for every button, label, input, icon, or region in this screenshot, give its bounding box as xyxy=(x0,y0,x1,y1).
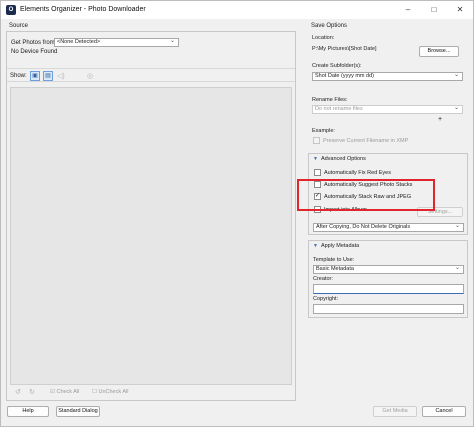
close-button[interactable]: ✕ xyxy=(447,1,473,19)
example-label: Example: xyxy=(312,128,335,134)
location-label: Location: xyxy=(312,35,335,41)
creator-input[interactable] xyxy=(313,284,464,294)
template-dropdown[interactable]: Basic Metadata ⌄ xyxy=(313,265,464,274)
thumbnail-area xyxy=(10,87,292,385)
uncheck-all-label: UnCheck All xyxy=(98,389,129,395)
source-panel: Get Photos from: <None Detected> ⌄ No De… xyxy=(6,31,296,401)
standard-dialog-button[interactable]: Standard Dialog xyxy=(56,406,100,417)
dialog-footer: Help Standard Dialog Get Media Cancel xyxy=(1,406,473,426)
window-title: Elements Organizer - Photo Downloader xyxy=(20,6,146,13)
apply-metadata-group: ▼ Apply Metadata Template to Use: Basic M… xyxy=(308,240,468,318)
subfolder-label: Create Subfolder(s): xyxy=(312,63,362,69)
subfolder-dropdown[interactable]: Shot Date (yyyy mm dd) ⌄ xyxy=(312,72,463,81)
copyright-label: Copyright: xyxy=(313,296,339,302)
chevron-down-icon: ⌄ xyxy=(453,72,459,78)
collapse-triangle-icon: ▼ xyxy=(313,156,318,162)
collapse-triangle-icon: ▼ xyxy=(313,243,318,249)
location-value: P:\My Pictures\[Shot Date] xyxy=(312,46,377,52)
chevron-down-icon: ⌄ xyxy=(454,265,460,271)
advanced-options-title: Advanced Options xyxy=(320,156,366,162)
show-photos-toggle-icon[interactable]: ▣ xyxy=(30,71,40,81)
photo-downloader-window: O Elements Organizer - Photo Downloader … xyxy=(0,0,474,427)
fix-red-eyes-label: Automatically Fix Red Eyes xyxy=(324,170,391,176)
uncheck-all-button[interactable]: ☐ UnCheck All xyxy=(92,388,128,397)
preserve-filename-label: Preserve Current Filename in XMP xyxy=(323,138,409,144)
chevron-down-icon: ⌄ xyxy=(454,223,460,229)
apply-metadata-title: Apply Metadata xyxy=(320,243,360,249)
save-options-header: Save Options xyxy=(311,23,348,29)
elements-organizer-app-icon: O xyxy=(6,5,16,15)
show-label: Show: xyxy=(10,73,27,79)
get-photos-dropdown[interactable]: <None Detected> ⌄ xyxy=(54,38,179,47)
get-photos-label: Get Photos from: xyxy=(11,40,57,46)
subfolder-value: Shot Date (yyyy mm dd) xyxy=(315,73,374,79)
get-photos-value: <None Detected> xyxy=(57,39,101,45)
check-all-icon: ☑ xyxy=(50,389,55,395)
rename-files-dropdown[interactable]: Do not rename files ⌄ xyxy=(312,105,463,114)
show-video-icon[interactable]: ◎ xyxy=(87,72,93,80)
help-button[interactable]: Help xyxy=(7,406,49,417)
template-label: Template to Use: xyxy=(313,257,355,263)
copyright-input[interactable] xyxy=(313,304,464,314)
fix-red-eyes-checkbox[interactable] xyxy=(314,169,321,176)
rotate-right-icon[interactable]: ↻ xyxy=(29,388,35,396)
show-audio-icon[interactable]: ◁) xyxy=(57,72,65,80)
check-all-button[interactable]: ☑ Check All xyxy=(50,388,79,397)
show-documents-toggle-icon[interactable]: ▤ xyxy=(43,71,53,81)
chevron-down-icon: ⌄ xyxy=(169,38,175,44)
device-status: No Device Found xyxy=(11,49,58,55)
rename-files-value: Do not rename files xyxy=(315,106,363,112)
check-all-label: Check All xyxy=(56,389,80,395)
minimize-button[interactable]: – xyxy=(395,1,421,19)
after-copying-value: After Copying, Do Not Delete Originals xyxy=(316,224,411,230)
after-copying-dropdown[interactable]: After Copying, Do Not Delete Originals ⌄ xyxy=(313,223,464,232)
apply-metadata-header[interactable]: ▼ Apply Metadata xyxy=(313,242,359,250)
creator-label: Creator: xyxy=(313,276,333,282)
annotation-highlight-box xyxy=(297,179,435,211)
chevron-down-icon: ⌄ xyxy=(453,105,459,111)
show-toolbar: Show: ▣ ▤ ◁) ◎ xyxy=(7,68,295,82)
title-bar: O Elements Organizer - Photo Downloader … xyxy=(1,1,473,19)
preserve-filename-checkbox[interactable] xyxy=(313,137,320,144)
advanced-options-header[interactable]: ▼ Advanced Options xyxy=(313,155,366,163)
add-plus-icon[interactable]: + xyxy=(438,116,442,123)
uncheck-all-icon: ☐ xyxy=(92,389,97,395)
maximize-button[interactable]: □ xyxy=(421,1,447,19)
browse-button[interactable]: Browse... xyxy=(419,46,459,57)
rotate-left-icon[interactable]: ↺ xyxy=(15,388,21,396)
source-header: Source xyxy=(9,23,29,29)
source-bottom-bar: ↺ ↻ ☑ Check All ☐ UnCheck All xyxy=(10,388,292,398)
template-value: Basic Metadata xyxy=(316,266,354,272)
rename-files-label: Rename Files: xyxy=(312,97,348,103)
get-media-button[interactable]: Get Media xyxy=(373,406,417,417)
cancel-button[interactable]: Cancel xyxy=(422,406,466,417)
